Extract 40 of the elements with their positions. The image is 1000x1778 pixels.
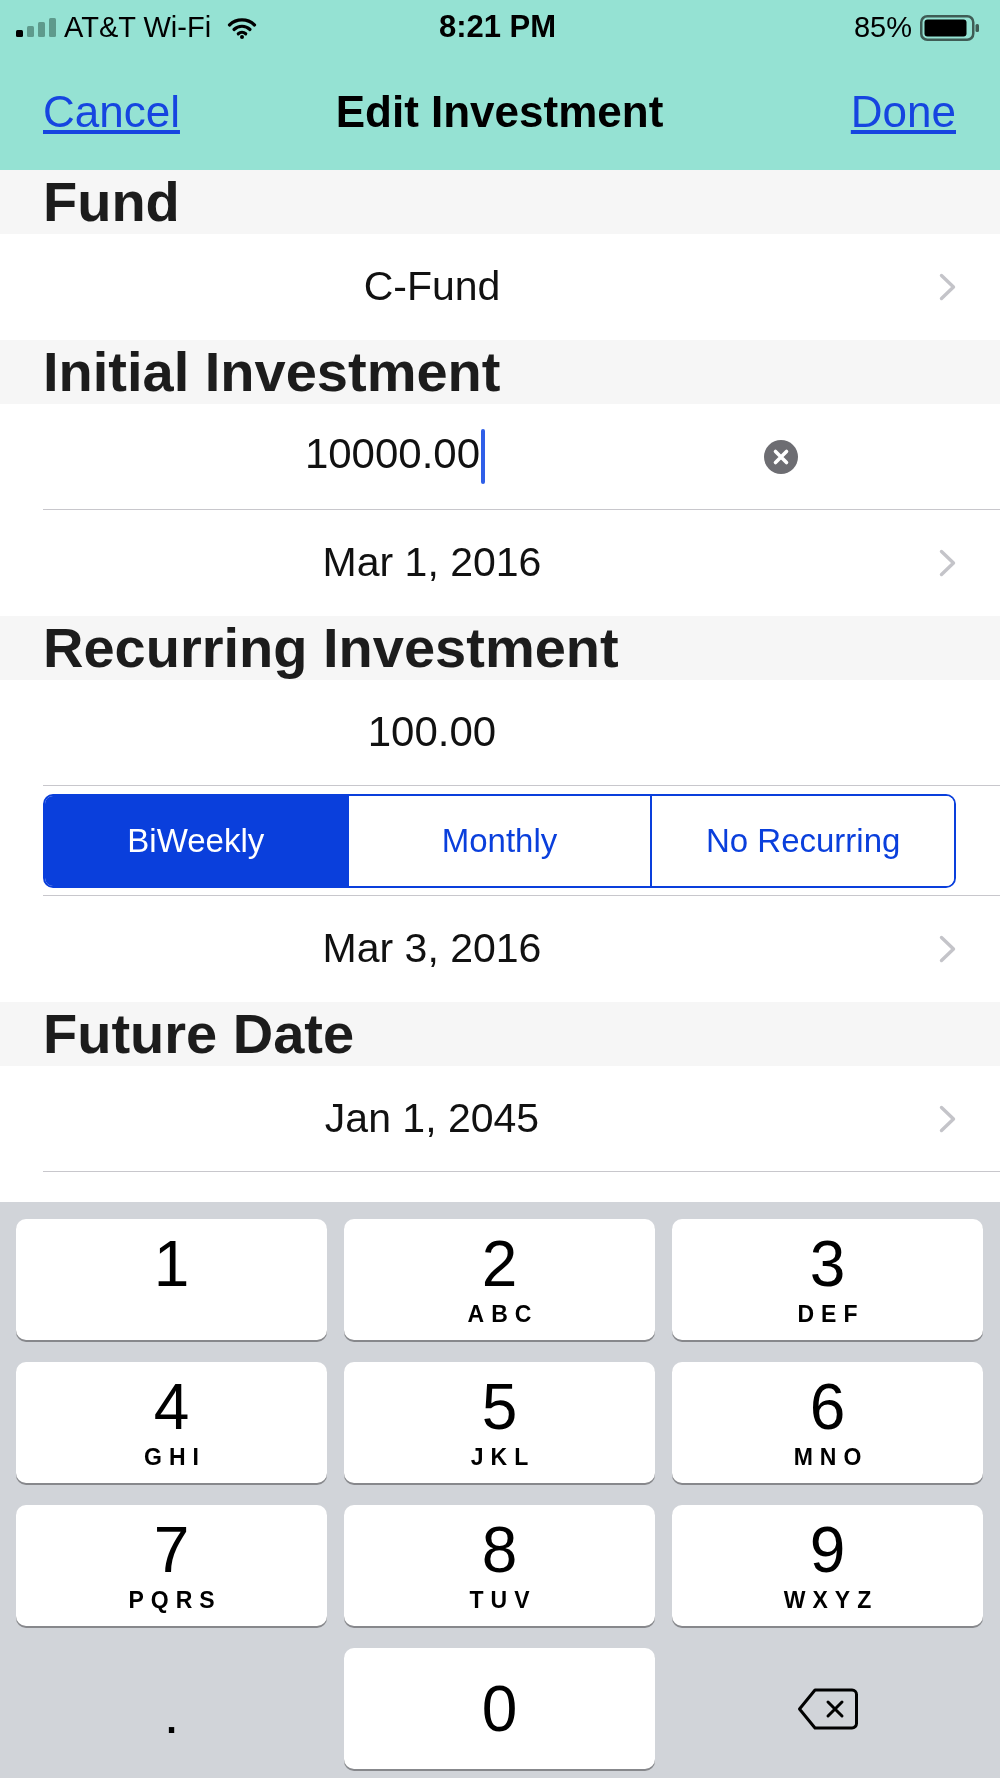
- chevron-icon: [939, 273, 956, 301]
- cancel-link[interactable]: Cancel: [43, 87, 180, 138]
- carrier-name: AT&T Wi-Fi: [64, 9, 212, 45]
- chevron-icon: [939, 549, 956, 577]
- section-header: Future Date: [0, 1002, 1000, 1066]
- section-header: Recurring Investment: [0, 616, 1000, 680]
- keypad-key[interactable]: 7 PQRS: [16, 1505, 327, 1626]
- amount-field[interactable]: 10000.00: [43, 428, 821, 485]
- clear-icon[interactable]: [764, 439, 798, 474]
- segment-tab[interactable]: BiWeekly: [45, 796, 347, 886]
- keypad-key[interactable]: 5 JKL: [344, 1362, 655, 1483]
- delete-key[interactable]: [796, 1686, 859, 1731]
- row-value[interactable]: C-Fund: [43, 262, 821, 312]
- nav-title: Edit Investment: [335, 87, 664, 138]
- wifi-icon: [227, 16, 258, 39]
- row-value[interactable]: Mar 3, 2016: [43, 924, 821, 974]
- decimal-key[interactable]: .: [163, 1693, 180, 1734]
- chevron-icon: [939, 1104, 956, 1133]
- amount-field[interactable]: 100.00: [43, 707, 821, 758]
- done-link[interactable]: Done: [850, 87, 956, 138]
- text-cursor: [481, 429, 486, 485]
- status-time: 8:21 PM: [438, 8, 557, 47]
- keypad-key[interactable]: 9 WXYZ: [672, 1505, 983, 1626]
- section-header: Initial Investment: [0, 340, 1000, 404]
- chevron-icon: [939, 935, 956, 963]
- backspace-icon: [796, 1686, 859, 1731]
- row-value[interactable]: Jan 1, 2045: [43, 1093, 821, 1144]
- keypad-key[interactable]: 0: [344, 1648, 655, 1769]
- keypad-key[interactable]: 8 TUV: [344, 1505, 655, 1626]
- signal-icon: [16, 18, 56, 37]
- keypad-key[interactable]: 3 DEF: [672, 1219, 983, 1340]
- section-header: Fund: [0, 170, 1000, 234]
- row-value[interactable]: Mar 1, 2016: [43, 538, 821, 588]
- keypad-key[interactable]: 1: [16, 1219, 327, 1340]
- battery-icon: [920, 14, 979, 41]
- keypad-key[interactable]: 4 GHI: [16, 1362, 327, 1483]
- keypad-key[interactable]: 2 ABC: [344, 1219, 655, 1340]
- segment-tab[interactable]: No Recurring: [650, 796, 954, 886]
- battery-percent: 85%: [853, 9, 912, 45]
- keypad-key[interactable]: 6 MNO: [672, 1362, 983, 1483]
